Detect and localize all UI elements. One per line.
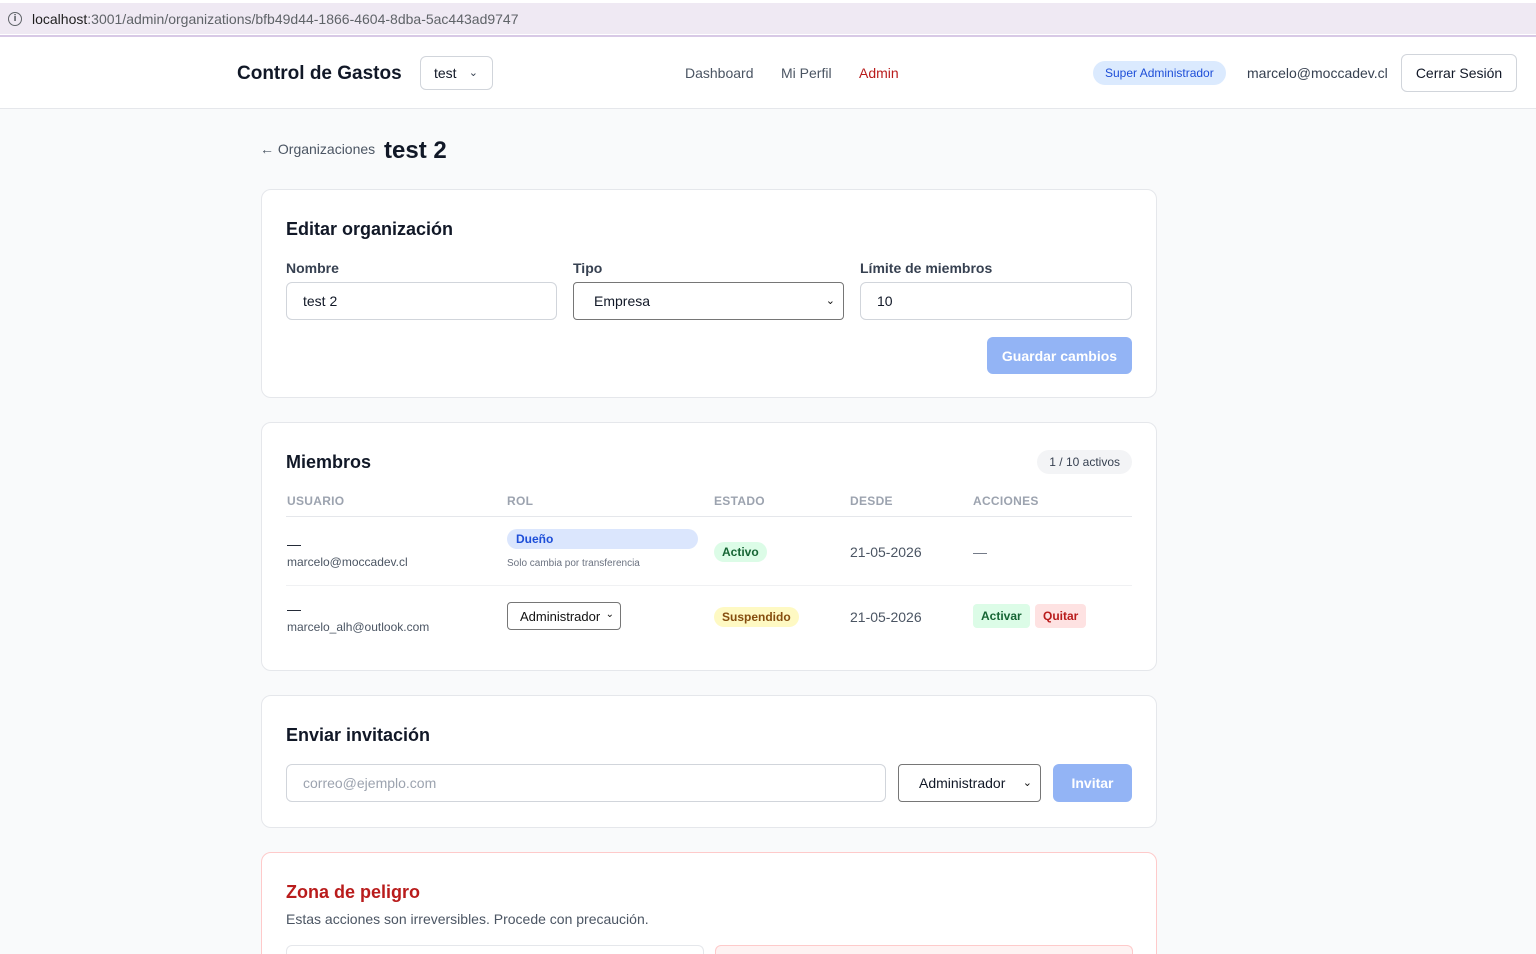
nav-mi-perfil[interactable]: Mi Perfil	[781, 65, 832, 81]
type-select-value: Empresa	[594, 293, 651, 309]
column-header-desde: DESDE	[850, 494, 893, 508]
table-header-divider	[286, 516, 1132, 517]
app-header: Control de Gastos test ⌄ Dashboard Mi Pe…	[0, 37, 1536, 109]
name-input[interactable]: test 2	[286, 282, 557, 320]
org-selector-value: test	[434, 65, 457, 81]
chevron-down-icon: ⌄	[825, 294, 835, 307]
table-row-divider	[286, 585, 1132, 586]
member-since: 21-05-2026	[850, 609, 922, 625]
role-badge: Super Administrador	[1093, 61, 1226, 85]
invite-email-input[interactable]: correo@ejemplo.com	[286, 764, 886, 802]
page-title: test 2	[384, 137, 447, 164]
chevron-down-icon: ⌄	[1022, 776, 1032, 789]
danger-zone-title: Zona de peligro	[286, 882, 421, 902]
member-limit-label: Límite de miembros	[860, 260, 993, 276]
danger-action-panel	[286, 945, 704, 954]
activate-member-button[interactable]: Activar	[973, 604, 1030, 628]
danger-action-panel	[715, 945, 1133, 954]
name-label: Nombre	[286, 260, 339, 276]
member-role-value: Administrador	[520, 608, 601, 624]
invite-role-select[interactable]: Administrador ⌄	[898, 764, 1041, 802]
nav-dashboard[interactable]: Dashboard	[685, 65, 754, 81]
member-actions: —	[973, 544, 987, 560]
remove-member-button[interactable]: Quitar	[1035, 604, 1087, 628]
column-header-acciones: ACCIONES	[973, 494, 1039, 508]
column-header-rol: ROL	[507, 494, 534, 508]
member-name: —	[287, 536, 301, 552]
chevron-down-icon: ⌄	[468, 67, 478, 79]
nav-admin[interactable]: Admin	[859, 65, 899, 81]
chevron-down-icon: ⌄	[605, 609, 614, 620]
member-since: 21-05-2026	[850, 544, 922, 560]
send-invitation-card: Enviar invitación correo@ejemplo.com Adm…	[261, 695, 1157, 828]
save-changes-button[interactable]: Guardar cambios	[987, 337, 1132, 374]
edit-organization-card: Editar organización Nombre test 2 Tipo E…	[261, 189, 1157, 398]
member-role-select[interactable]: Administrador ⌄	[507, 602, 621, 630]
app-brand[interactable]: Control de Gastos	[237, 63, 402, 85]
members-title: Miembros	[286, 452, 372, 472]
type-select[interactable]: Empresa ⌄	[573, 282, 844, 320]
edit-organization-title: Editar organización	[286, 219, 454, 239]
info-icon[interactable]: i	[8, 11, 22, 26]
org-selector[interactable]: test ⌄	[420, 56, 493, 90]
members-card: Miembros 1 / 10 activos USUARIO ROL ESTA…	[261, 422, 1157, 671]
column-header-usuario: USUARIO	[287, 494, 345, 508]
address-bar[interactable]: i localhost:3001/admin/organizations/bfb…	[0, 3, 1536, 34]
member-limit-input[interactable]: 10	[860, 282, 1132, 320]
url-host: localhost	[32, 10, 88, 27]
danger-zone-description: Estas acciones son irreversibles. Proced…	[286, 911, 649, 927]
user-email: marcelo@moccadev.cl	[1247, 65, 1388, 81]
member-email: marcelo_alh@outlook.com	[287, 620, 430, 634]
status-badge: Suspendido	[714, 607, 799, 627]
member-email: marcelo@moccadev.cl	[287, 555, 408, 569]
type-label: Tipo	[573, 260, 603, 276]
back-to-organizations-link[interactable]: ← Organizaciones	[260, 141, 375, 157]
member-name: —	[287, 601, 301, 617]
invite-button[interactable]: Invitar	[1053, 764, 1132, 802]
danger-zone-card: Zona de peligro Estas acciones son irrev…	[261, 852, 1157, 954]
send-invitation-title: Enviar invitación	[286, 725, 431, 745]
owner-role-badge: Dueño	[507, 529, 698, 549]
browser-url-bar: i localhost:3001/admin/organizations/bfb…	[0, 0, 1536, 37]
url-path: :3001/admin/organizations/bfb49d44-1866-…	[87, 10, 519, 27]
owner-role-note: Solo cambia por transferencia	[507, 558, 640, 569]
logout-button[interactable]: Cerrar Sesión	[1401, 54, 1517, 92]
status-badge: Activo	[714, 542, 767, 562]
active-members-count: 1 / 10 activos	[1037, 450, 1132, 474]
invite-role-value: Administrador	[919, 775, 1006, 791]
column-header-estado: ESTADO	[714, 494, 765, 508]
